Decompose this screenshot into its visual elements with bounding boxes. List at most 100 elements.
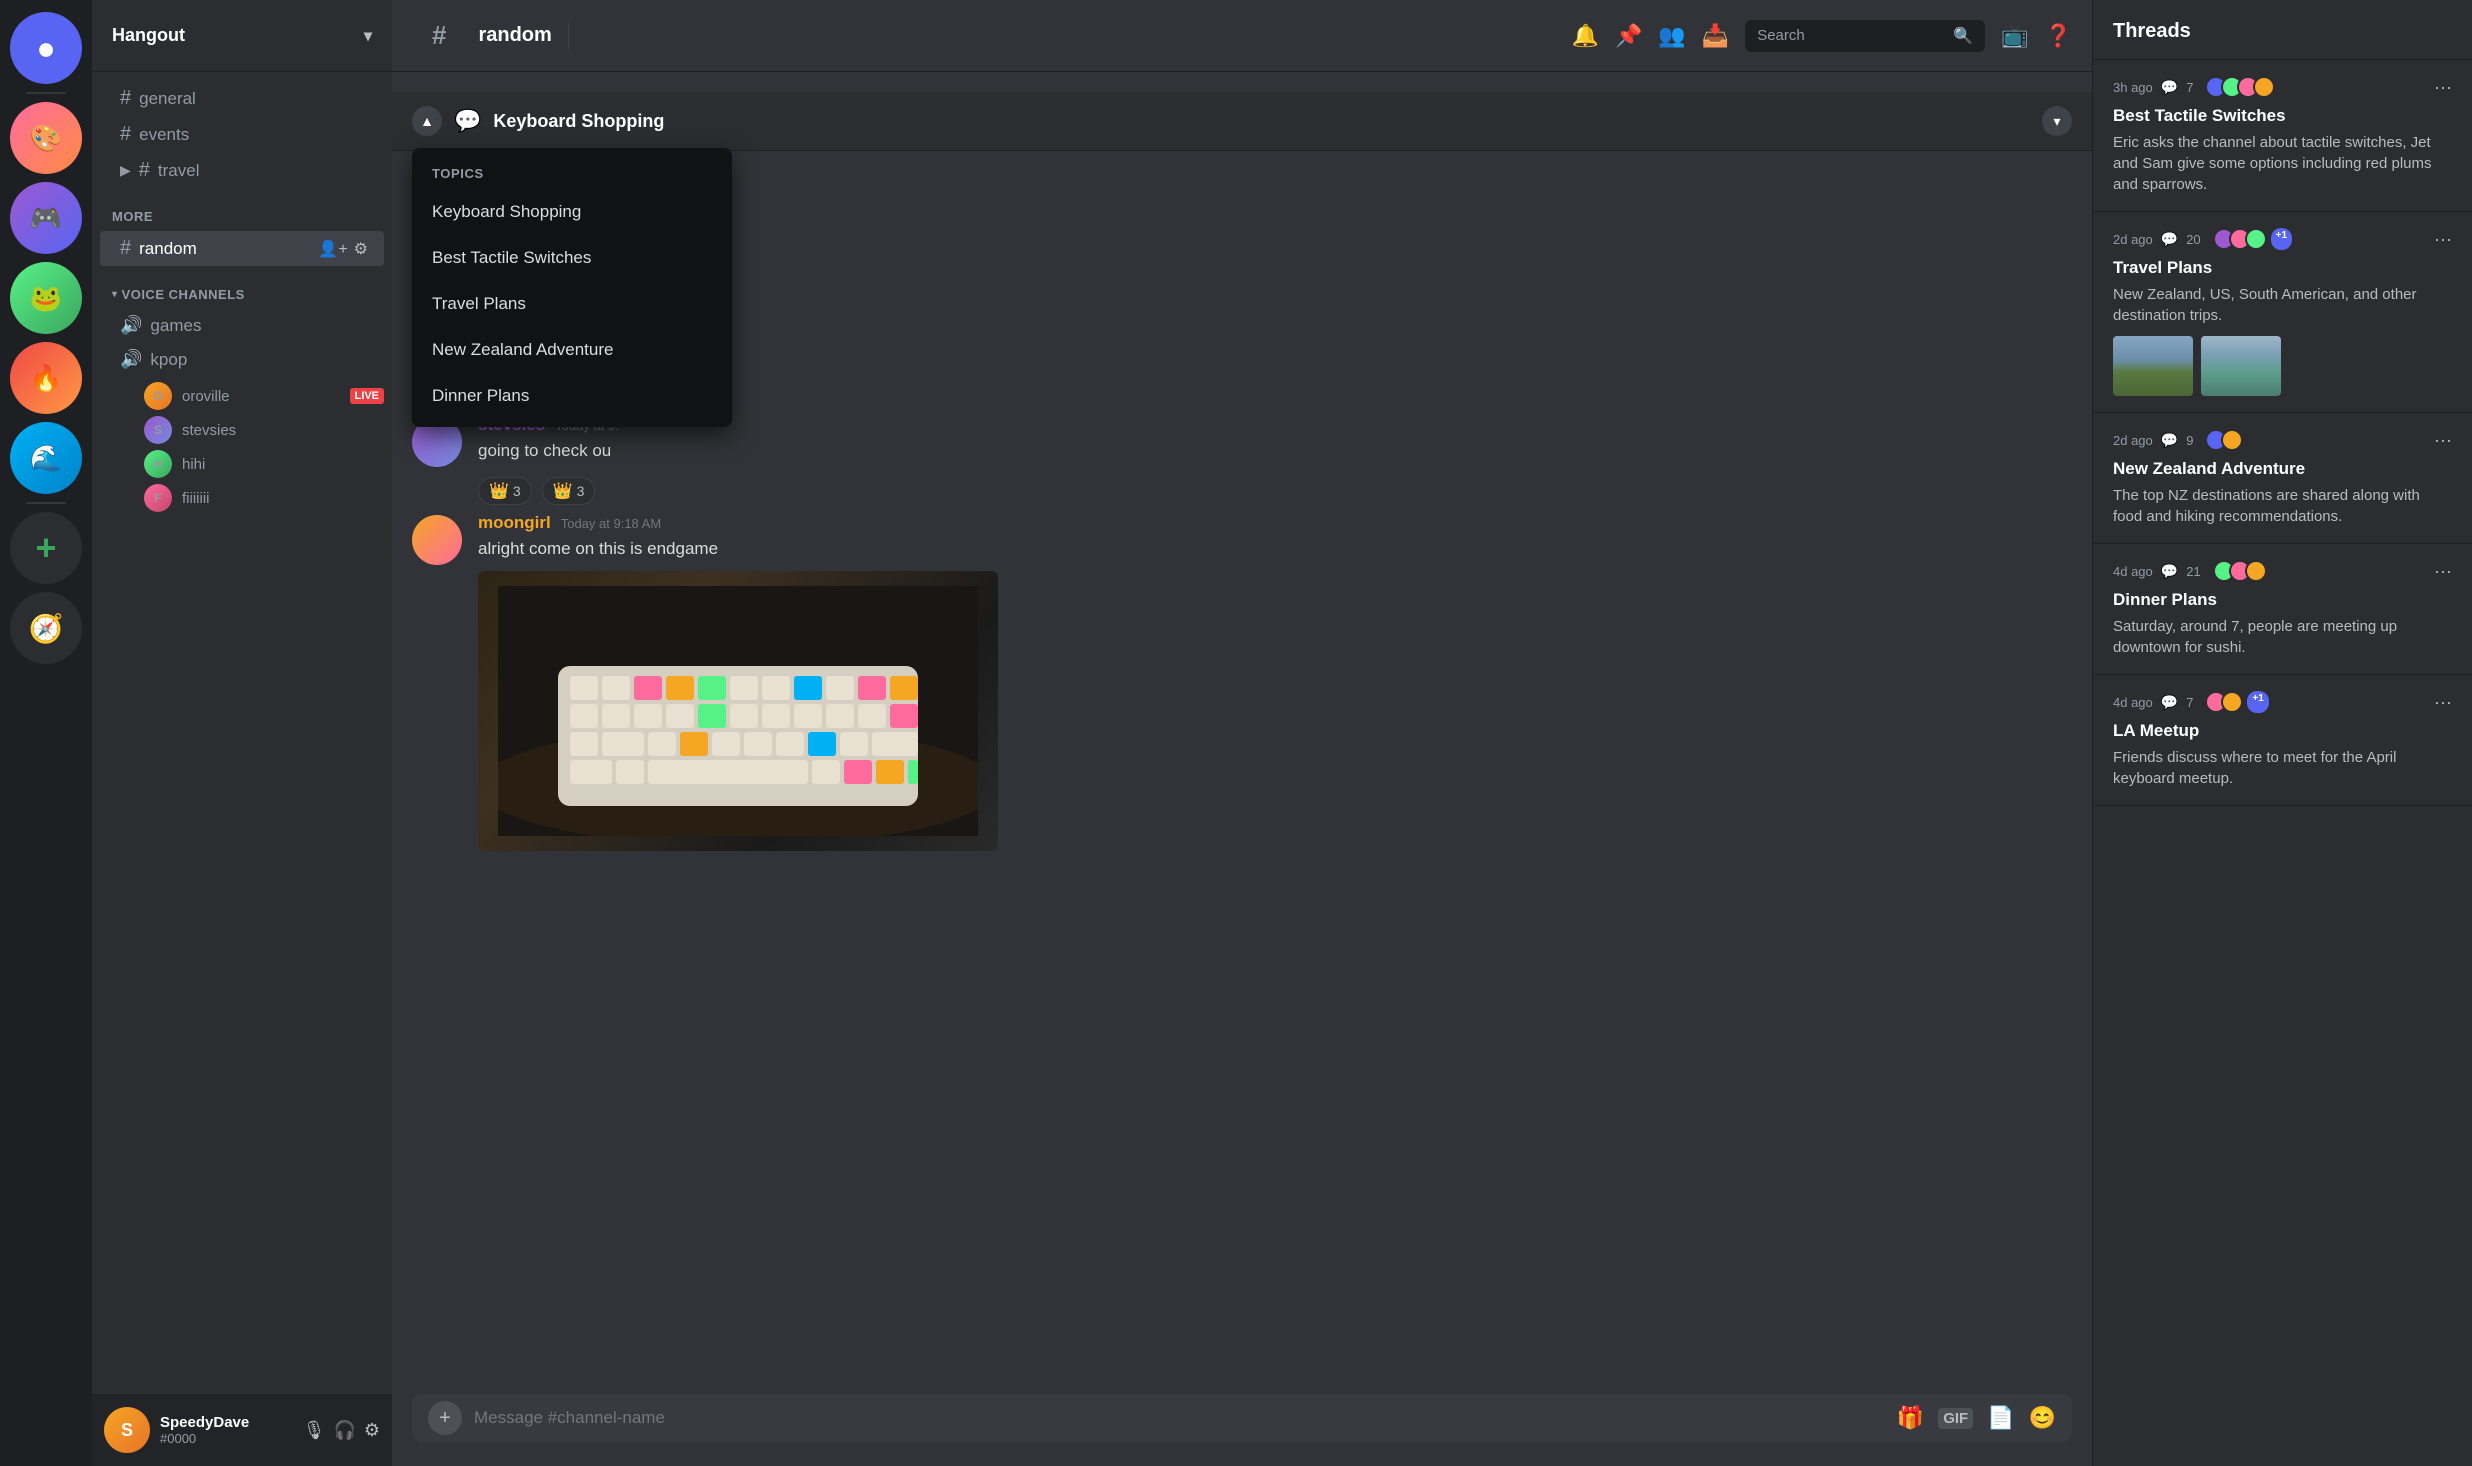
thread-card-travel-plans[interactable]: 2d ago 💬 20 +1 ··· Travel Plans New Zeal… — [2093, 212, 2472, 413]
channel-hash-icon: # — [412, 0, 466, 72]
emoji-icon[interactable]: 😊 — [2029, 1405, 2056, 1431]
keyboard-image-container — [478, 571, 998, 851]
thread-more-menu-5[interactable]: ··· — [2434, 692, 2452, 713]
avatar-stevsies-voice: S — [144, 416, 172, 444]
self-userinfo: SpeedyDave #0000 — [160, 1414, 293, 1446]
help-icon[interactable]: ❓ — [2045, 23, 2072, 49]
header-actions: 🔔 📌 👥 📥 🔍 📺 ❓ — [1572, 20, 2072, 52]
topic-item-dinner-plans[interactable]: Dinner Plans — [412, 373, 732, 419]
thread-more-menu-1[interactable]: ··· — [2434, 77, 2452, 98]
voice-user-oroville[interactable]: O oroville LIVE — [136, 379, 392, 413]
notification-icon[interactable]: 🔔 — [1572, 23, 1599, 49]
thread-card-best-tactile[interactable]: 3h ago 💬 7 ··· Best Tactile Switches Eri… — [2093, 60, 2472, 212]
microphone-icon[interactable]: 🎙 — [303, 1420, 326, 1441]
hash-icon: # — [120, 123, 131, 146]
server-name-header[interactable]: Hangout ▾ — [92, 0, 392, 72]
channel-name-events: events — [139, 125, 189, 145]
sticker-icon[interactable]: 📄 — [1987, 1405, 2014, 1431]
members-icon[interactable]: 👥 — [1658, 23, 1685, 49]
server-menu-chevron[interactable]: ▾ — [364, 26, 372, 46]
gift-icon[interactable]: 🎁 — [1897, 1405, 1924, 1431]
topic-item-travel-plans[interactable]: Travel Plans — [412, 281, 732, 327]
channel-name-travel: travel — [158, 161, 200, 181]
discord-home-button[interactable]: ● — [10, 12, 82, 84]
reactions: 👑 3 👑 3 — [478, 471, 2072, 505]
thread-card-la-meetup[interactable]: 4d ago 💬 7 +1 ··· LA Meetup Friends disc… — [2093, 675, 2472, 806]
voice-user-hihi[interactable]: H hihi — [136, 447, 392, 481]
voice-user-fiiiiiii[interactable]: F fiiiiiii — [136, 481, 392, 515]
collapsed-arrow-icon: ▶ — [120, 162, 131, 179]
thread-more-menu-2[interactable]: ··· — [2434, 229, 2452, 250]
channel-action-buttons: 👤+ ⚙ — [318, 239, 368, 259]
server-icon-blue[interactable]: 🌊 — [10, 422, 82, 494]
server-icon-pink[interactable]: 🎨 — [10, 102, 82, 174]
right-panel: Threads 3h ago 💬 7 ··· Best Tactile Swit… — [2092, 0, 2472, 1466]
self-avatar: S — [104, 1407, 150, 1453]
server-icon-purple[interactable]: 🎮 — [10, 182, 82, 254]
chat-header: # random 🔔 📌 👥 📥 🔍 📺 ❓ — [392, 0, 2092, 72]
thread-title-3: New Zealand Adventure — [2113, 459, 2452, 479]
thread-title-2: Travel Plans — [2113, 258, 2452, 278]
channel-name-general: general — [139, 89, 196, 109]
thread-icon: 💬 — [454, 108, 481, 134]
add-member-icon[interactable]: 👤+ — [318, 239, 347, 259]
sidebar-item-general[interactable]: # general — [100, 81, 384, 116]
thread-desc-5: Friends discuss where to meet for the Ap… — [2113, 747, 2452, 789]
inbox-icon-2[interactable]: 📺 — [2001, 23, 2028, 49]
search-input[interactable] — [1757, 27, 1945, 44]
thread-banner-up-chevron[interactable]: ▲ — [412, 106, 442, 136]
user-settings-icon[interactable]: ⚙ — [364, 1420, 380, 1441]
topic-item-keyboard-shopping[interactable]: Keyboard Shopping — [412, 189, 732, 235]
voice-user-stevsies[interactable]: S stevsies — [136, 413, 392, 447]
gif-icon[interactable]: GIF — [1938, 1408, 1973, 1429]
reaction-emoji-1: 👑 — [489, 481, 509, 501]
sidebar-item-random[interactable]: # random 👤+ ⚙ — [100, 231, 384, 266]
voice-section-label: VOICE CHANNELS — [122, 287, 245, 302]
message-text-stevsies: going to check ou — [478, 439, 2072, 463]
thread-card-dinner-plans[interactable]: 4d ago 💬 21 ··· Dinner Plans Saturday, a… — [2093, 544, 2472, 675]
search-bar[interactable]: 🔍 — [1745, 20, 1985, 52]
voice-channel-games[interactable]: 🔊 games — [100, 309, 384, 342]
thread-meta-2: 2d ago 💬 20 +1 ··· — [2113, 228, 2452, 250]
thread-banner-down-chevron[interactable]: ▾ — [2042, 106, 2072, 136]
server-icon-campfire[interactable]: 🔥 — [10, 342, 82, 414]
message-input[interactable] — [474, 1394, 1885, 1442]
comment-icon-2: 💬 — [2161, 231, 2178, 248]
thread-more-menu-4[interactable]: ··· — [2434, 561, 2452, 582]
main-chat-area: # random 🔔 📌 👥 📥 🔍 📺 ❓ ▲ 💬 Keyboard Shop… — [392, 0, 2092, 1466]
thumb-road — [2113, 336, 2193, 396]
self-username: SpeedyDave — [160, 1414, 293, 1431]
inbox-icon[interactable]: 📥 — [1702, 23, 1729, 49]
server-icon-frog[interactable]: 🐸 — [10, 262, 82, 334]
topics-dropdown: TOPICS Keyboard Shopping Best Tactile Sw… — [412, 148, 732, 427]
thread-title-1: Best Tactile Switches — [2113, 106, 2452, 126]
channel-list: # general # events ▶ # travel MORE # ran… — [92, 72, 392, 1394]
thread-banner-title: Keyboard Shopping — [493, 111, 664, 132]
sidebar-item-events[interactable]: # events — [100, 117, 384, 152]
headset-icon[interactable]: 🎧 — [333, 1420, 355, 1441]
pin-icon[interactable]: 📌 — [1615, 23, 1642, 49]
avatar-hihi: H — [144, 450, 172, 478]
reaction-crown-1[interactable]: 👑 3 — [478, 477, 532, 505]
voice-channel-kpop[interactable]: 🔊 kpop — [100, 343, 384, 376]
message-text-moongirl: alright come on this is endgame — [478, 537, 2072, 561]
thread-banner: ▲ 💬 Keyboard Shopping ▾ — [392, 92, 2092, 151]
topic-item-best-tactile[interactable]: Best Tactile Switches — [412, 235, 732, 281]
add-server-button[interactable]: + — [10, 512, 82, 584]
chat-input-area: + 🎁 GIF 📄 😊 — [392, 1394, 2092, 1466]
thread-more-menu-3[interactable]: ··· — [2434, 430, 2452, 451]
user-panel: S SpeedyDave #0000 🎙 🎧 ⚙ — [92, 1394, 392, 1466]
explore-button[interactable]: 🧭 — [10, 592, 82, 664]
speaker-icon: 🔊 — [120, 315, 142, 336]
thread-avatars-4 — [2213, 560, 2267, 582]
thread-card-nz-adventure[interactable]: 2d ago 💬 9 ··· New Zealand Adventure The… — [2093, 413, 2472, 544]
topic-item-nz-adventure[interactable]: New Zealand Adventure — [412, 327, 732, 373]
reaction-count-1: 3 — [513, 483, 521, 499]
thread-age-3: 2d ago — [2113, 433, 2153, 448]
voice-username-stevsies: stevsies — [182, 422, 236, 439]
thread-avatars-5: +1 — [2205, 691, 2268, 713]
channel-settings-icon[interactable]: ⚙ — [354, 239, 368, 259]
reaction-crown-2[interactable]: 👑 3 — [542, 477, 596, 505]
sidebar-item-travel[interactable]: ▶ # travel — [100, 153, 384, 188]
attach-button[interactable]: + — [428, 1401, 462, 1435]
